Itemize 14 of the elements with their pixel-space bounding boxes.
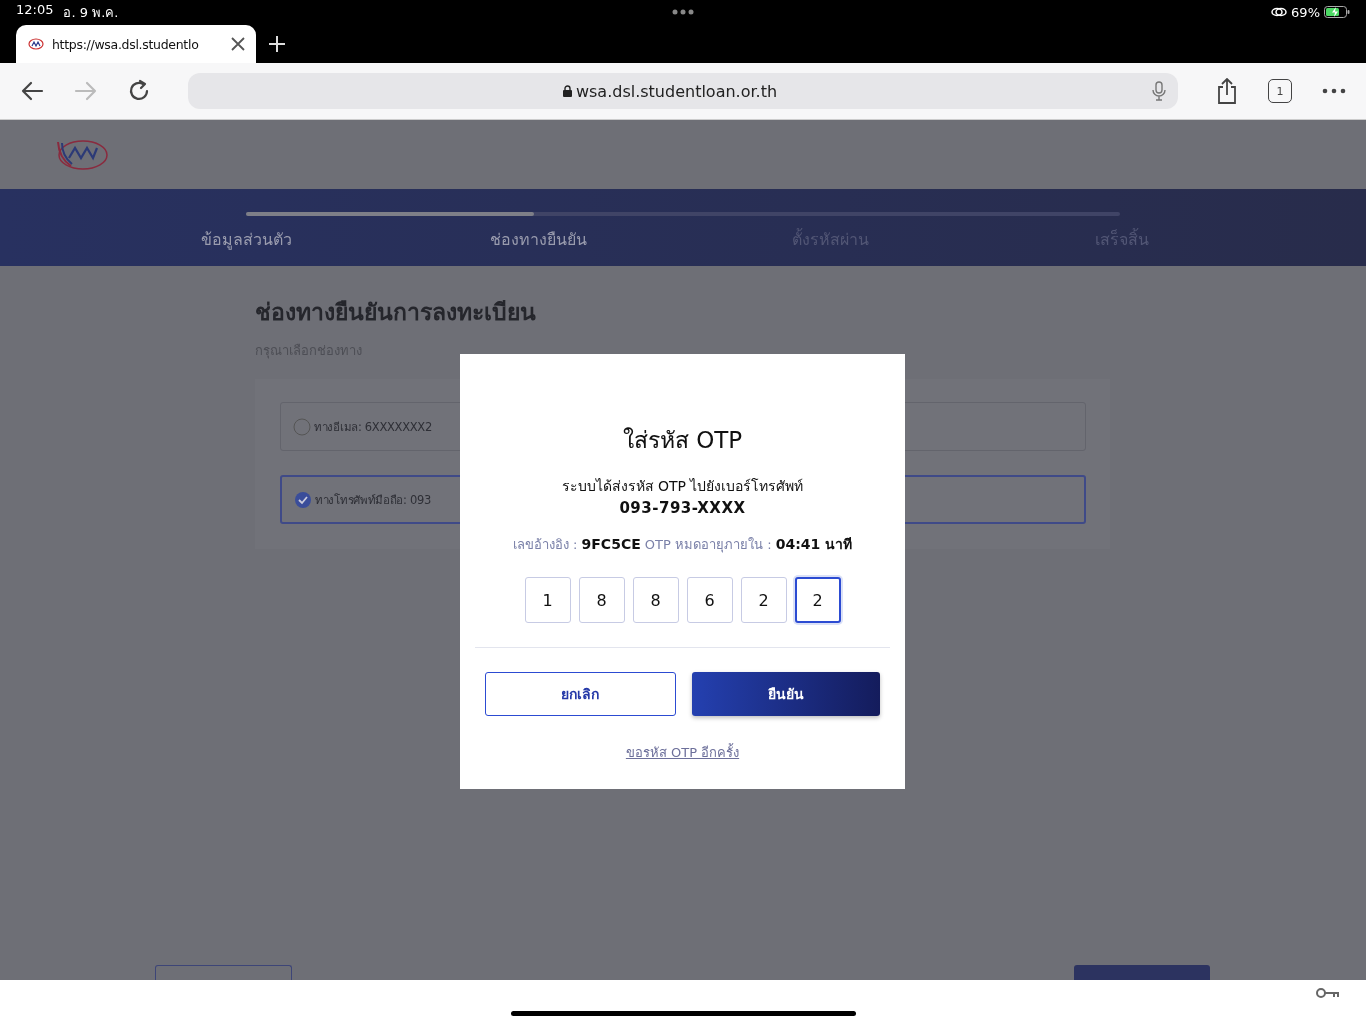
reference-text: เลขอ้างอิง : 9FC5CE OTP หมดอายุภายใน : 04:41 นาที [512,535,853,555]
page-title: ช่องทางยืนยันการลงทะเบียน [255,298,537,327]
address-text: wsa.dsl.studentloan.or.th [575,81,778,101]
step-label: ข้อมูลส่วนตัว [199,229,293,252]
option-label: ทางโทรศัพท์มือถือ: 093 [315,491,432,509]
option-label: ทางอีเมล: 6XXXXXXX2 [314,418,432,436]
battery-percent: 69% [1291,4,1320,20]
step-label: ช่องทางยืนยัน [488,229,588,251]
phone-number: 093-793-XXXX [619,499,746,517]
dialog-title: ใส่รหัส OTP [622,426,743,455]
status-time: 12:05 [16,1,54,19]
status-date: อ. 9 พ.ค. [63,3,119,22]
tab-title: https://wsa.dsl.studentlo [52,36,200,52]
dialog-message: ระบบได้ส่งรหัส OTP ไปยังเบอร์โทรศัพท์ [561,477,804,496]
